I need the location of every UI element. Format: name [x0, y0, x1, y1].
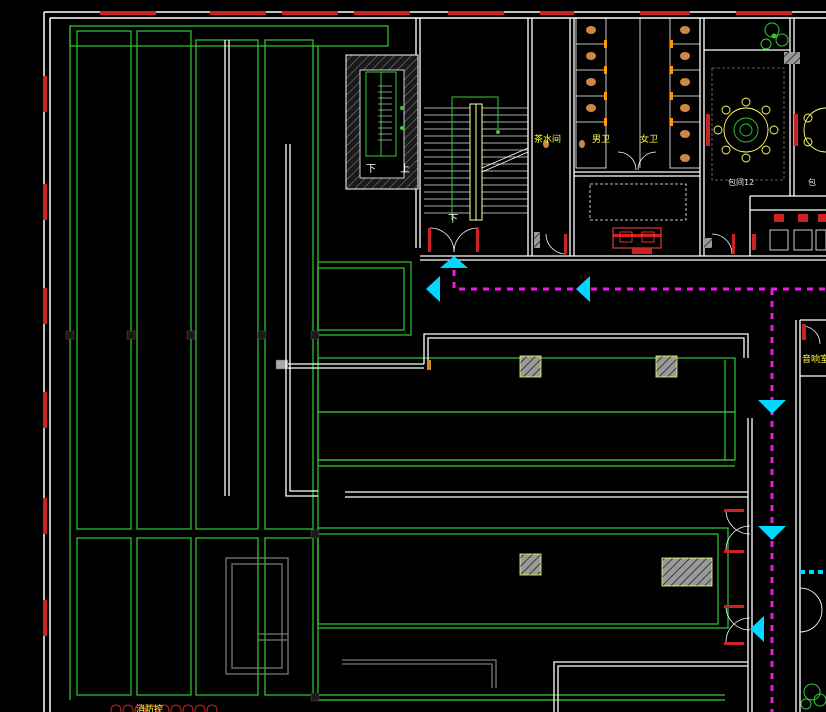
triangle-arrow-icon	[758, 526, 786, 540]
round-table-icon	[713, 97, 779, 163]
hatch-block-small	[704, 238, 712, 248]
label-sound-room: 音响室	[802, 353, 826, 365]
columns	[65, 330, 320, 702]
toilet-icons	[543, 26, 690, 162]
right-wall-doors	[799, 587, 823, 633]
floor-plan-drawing: 下 上 下 茶水间 男卫 女卫 包间12 包 音响室 消防控	[43, 11, 826, 712]
label-private-room: 包间12	[728, 177, 754, 187]
right-cubicles	[769, 229, 826, 251]
hatch-block-top-right	[784, 52, 800, 64]
label-female-wc: 女卫	[640, 133, 658, 145]
evacuation-arrows	[426, 256, 786, 642]
label-tea-room: 茶水间	[534, 133, 561, 145]
staircase-main: 下	[424, 96, 529, 225]
sound-room	[801, 324, 821, 345]
plant-icon	[760, 22, 789, 50]
triangle-arrow-icon	[576, 276, 590, 302]
toilet-stalls	[575, 17, 701, 169]
hatch-block-small-2	[534, 232, 540, 248]
stall-doors	[604, 40, 673, 126]
stair-main-label-down: 下	[448, 214, 458, 225]
label-bottom: 消防控	[136, 703, 163, 712]
bottom-red-items	[110, 704, 218, 712]
stair-label-down: 下	[366, 164, 376, 175]
plant-icon-bottom	[800, 683, 826, 710]
triangle-arrow-icon	[440, 256, 468, 268]
label-private-room-right: 包	[808, 177, 816, 187]
staircase-left: 下 上	[345, 54, 419, 190]
label-male-wc: 男卫	[592, 134, 610, 145]
right-cubicle-marks	[752, 214, 826, 250]
private-room: 包间12 包	[706, 67, 826, 187]
evacuation-route	[452, 270, 826, 712]
triangle-arrow-icon	[426, 276, 440, 302]
wash-counter	[589, 183, 687, 221]
hatched-columns	[519, 355, 713, 587]
triangle-arrow-icon	[758, 400, 786, 414]
stair-label-up: 上	[400, 163, 410, 175]
